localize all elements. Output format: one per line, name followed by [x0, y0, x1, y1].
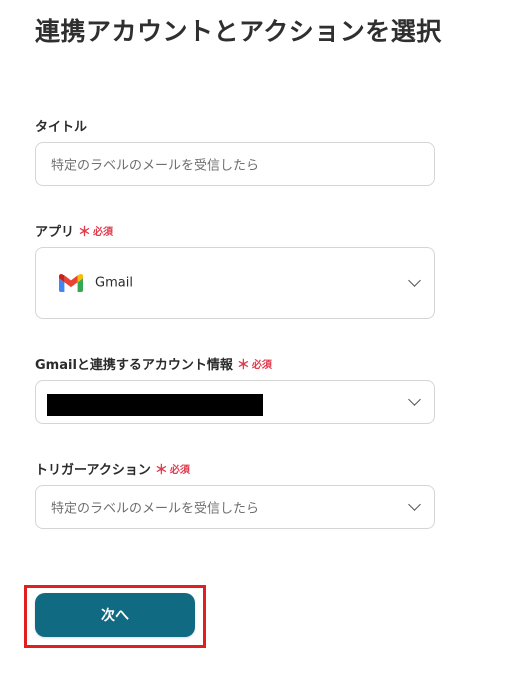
chevron-down-icon [408, 274, 421, 287]
required-asterisk: ＊ [154, 463, 168, 478]
account-field-label-text: Gmailと連携するアカウント情報 [35, 358, 233, 373]
redacted-account-value [47, 394, 263, 416]
app-field-label: アプリ ＊ 必須 [35, 221, 113, 240]
title-field-label: タイトル [35, 116, 87, 135]
page: 連携アカウントとアクションを選択 タイトル 特定のラベルのメールを受信したら ア… [0, 0, 525, 678]
page-title: 連携アカウントとアクションを選択 [35, 17, 442, 46]
app-select-value: Gmail [95, 275, 133, 291]
trigger-action-select[interactable]: 特定のラベルのメールを受信したら [35, 485, 435, 529]
required-badge: 必須 [251, 360, 272, 371]
next-button[interactable]: 次へ [35, 593, 195, 637]
required-asterisk: ＊ [236, 358, 250, 373]
title-input-value: 特定のラベルのメールを受信したら [51, 158, 260, 174]
required-badge: 必須 [169, 465, 190, 476]
account-field-label: Gmailと連携するアカウント情報 ＊ 必須 [35, 354, 272, 373]
required-badge: 必須 [93, 227, 114, 238]
chevron-down-icon [408, 393, 421, 406]
account-select[interactable] [35, 380, 435, 424]
chevron-down-icon [408, 498, 421, 511]
app-field-label-text: アプリ [35, 225, 75, 240]
trigger-field-label-text: トリガーアクション [35, 463, 151, 478]
title-field-label-text: タイトル [35, 120, 88, 135]
app-select[interactable]: Gmail [35, 247, 435, 319]
trigger-action-value: 特定のラベルのメールを受信したら [51, 501, 260, 517]
trigger-field-label: トリガーアクション ＊ 必須 [35, 459, 190, 478]
required-asterisk: ＊ [78, 225, 92, 240]
title-input[interactable]: 特定のラベルのメールを受信したら [35, 142, 435, 186]
gmail-logo-icon [59, 274, 83, 292]
